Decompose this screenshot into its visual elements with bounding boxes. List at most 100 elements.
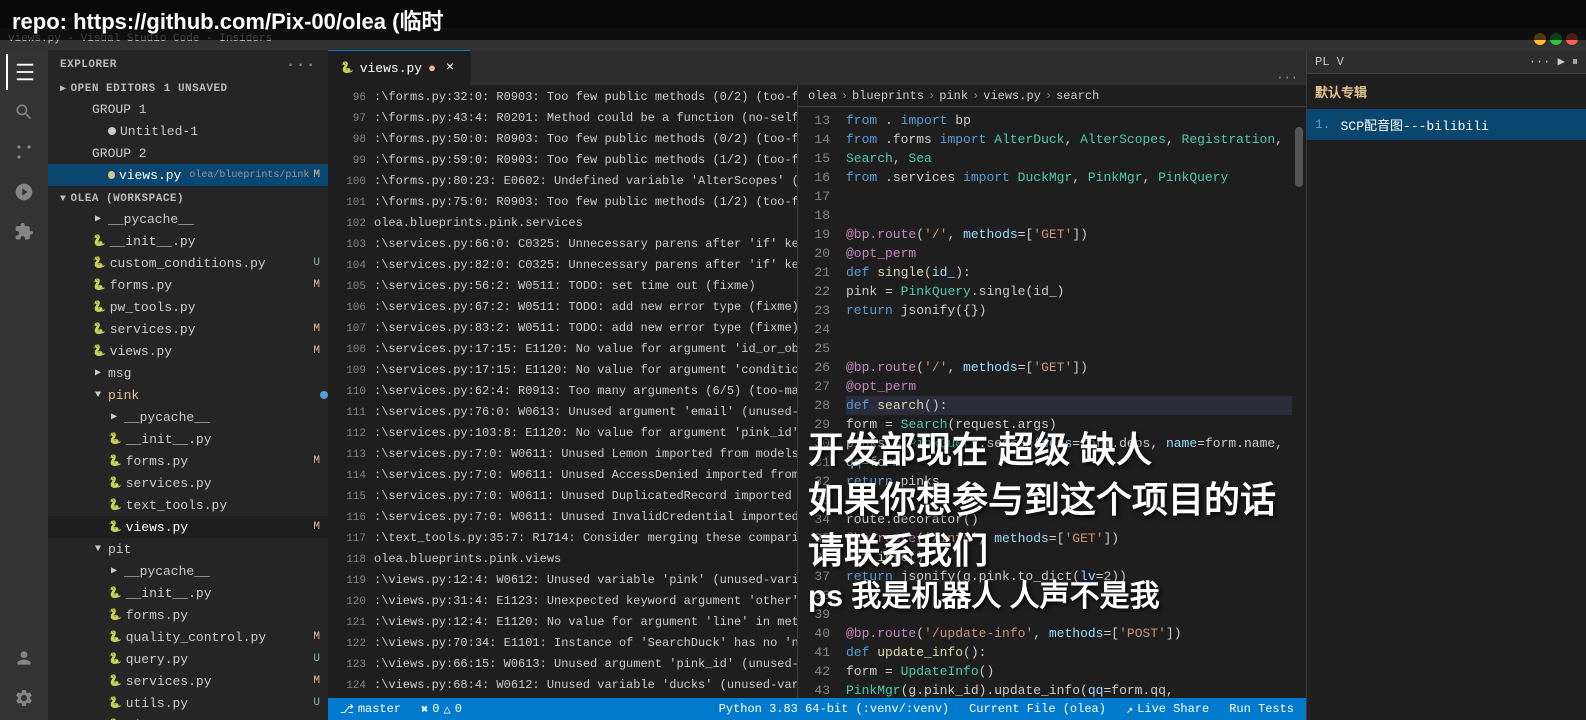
- problem-line: 123:\views.py:66:15: W0613: Unused argum…: [328, 654, 797, 675]
- sidebar-msg[interactable]: ▶ msg: [48, 362, 328, 384]
- sidebar-pit-quality[interactable]: 🐍 quality_control.py M: [48, 626, 328, 648]
- problem-line: 119:\views.py:12:4: W0612: Unused variab…: [328, 570, 797, 591]
- code-editor[interactable]: 13141516 17181920 21222324 25262728 2930…: [798, 107, 1306, 698]
- status-python[interactable]: Python 3.83 64-bit (:venv/:venv): [715, 702, 953, 716]
- sidebar-pink-text-tools[interactable]: 🐍 text_tools.py: [48, 494, 328, 516]
- activity-explorer[interactable]: [6, 54, 42, 90]
- sidebar-services[interactable]: 🐍 services.py M: [48, 318, 328, 340]
- group1-label: GROUP 1: [92, 102, 147, 117]
- status-run-tests[interactable]: Run Tests: [1225, 702, 1298, 716]
- sidebar-pit-views[interactable]: 🐍 views.py: [48, 714, 328, 720]
- sidebar-pink-services[interactable]: 🐍 services.py: [48, 472, 328, 494]
- problem-line: 107:\services.py:83:2: W0511: TODO: add …: [328, 318, 797, 339]
- sidebar-item-untitled[interactable]: Untitled-1: [48, 120, 328, 142]
- activity-debug[interactable]: [6, 174, 42, 210]
- problem-line: 99:\forms.py:59:0: R0903: Too few public…: [328, 150, 797, 171]
- main-layout: Explorer ··· ▶ OPEN EDITORS 1 UNSAVED GR…: [0, 50, 1586, 720]
- right-panel-controls[interactable]: ··· ▶ ⏸: [1529, 54, 1578, 69]
- current-file-label: Current File (olea): [969, 702, 1106, 716]
- activity-accounts[interactable]: [6, 640, 42, 676]
- problem-line: 117:\text_tools.py:35:7: R1714: Consider…: [328, 528, 797, 549]
- sidebar-pit-utils[interactable]: 🐍 utils.py U: [48, 692, 328, 714]
- problem-panel: 96:\forms.py:32:0: R0903: Too few public…: [328, 85, 798, 698]
- sidebar-pit-query[interactable]: 🐍 query.py U: [48, 648, 328, 670]
- problem-line: 104:\services.py:82:0: C0325: Unnecessar…: [328, 255, 797, 276]
- sidebar-forms[interactable]: 🐍 forms.py M: [48, 274, 328, 296]
- editor-area: 🐍 views.py ● × ··· 96:\forms.py:32:0: R0…: [328, 50, 1306, 720]
- sidebar-pit-folder[interactable]: ▼ pit: [48, 538, 328, 560]
- problem-line: 111:\services.py:76:0: W0613: Unused arg…: [328, 402, 797, 423]
- sidebar-viewspy-top[interactable]: 🐍 views.py M: [48, 340, 328, 362]
- vertical-scrollbar[interactable]: [1292, 107, 1306, 698]
- problem-line: 102olea.blueprints.pink.services: [328, 213, 797, 234]
- file-dot-viewspy: [108, 171, 115, 179]
- sidebar-pycache[interactable]: ▶ __pycache__: [48, 208, 328, 230]
- sidebar-pw-tools[interactable]: 🐍 pw_tools.py: [48, 296, 328, 318]
- sidebar-pink-init[interactable]: 🐍 __init__.py: [48, 428, 328, 450]
- tab-viewspy[interactable]: 🐍 views.py ● ×: [328, 50, 471, 85]
- status-errors[interactable]: ✖ 0 △ 0: [417, 702, 466, 717]
- sidebar-item-group1[interactable]: GROUP 1: [48, 98, 328, 120]
- sidebar-pit-forms[interactable]: 🐍 forms.py: [48, 604, 328, 626]
- code-content[interactable]: from . import bp from .forms import Alte…: [838, 107, 1306, 698]
- problem-line: 114:\services.py:7:0: W0611: Unused Acce…: [328, 465, 797, 486]
- problem-line: 116:\services.py:7:0: W0611: Unused Inva…: [328, 507, 797, 528]
- status-live-share[interactable]: ↗ Live Share: [1122, 702, 1213, 717]
- activity-git[interactable]: [6, 134, 42, 170]
- file-dot-untitled: [108, 127, 116, 135]
- problem-line: 103:\services.py:66:0: C0325: Unnecessar…: [328, 234, 797, 255]
- status-branch[interactable]: ⎇ master: [336, 702, 405, 717]
- sidebar-content[interactable]: ▶ OPEN EDITORS 1 UNSAVED GROUP 1 Untitle…: [48, 80, 328, 720]
- right-panel: PL V ··· ▶ ⏸ 默认专辑 1. SCP配音图---bilibili: [1306, 50, 1586, 720]
- sidebar-header: Explorer ···: [48, 50, 328, 80]
- right-panel-title: PL V: [1315, 55, 1344, 69]
- sidebar-ellipsis[interactable]: ···: [286, 56, 316, 74]
- group2-label: GROUP 2: [92, 146, 147, 161]
- problem-line: 124:\views.py:68:4: W0612: Unused variab…: [328, 675, 797, 696]
- problem-line: 122:\views.py:70:34: E1101: Instance of …: [328, 633, 797, 654]
- open-editors-label[interactable]: ▶ OPEN EDITORS 1 UNSAVED: [48, 80, 328, 98]
- problem-line: 118olea.blueprints.pink.views: [328, 549, 797, 570]
- live-share-icon: ↗: [1126, 702, 1133, 717]
- plv-item-1[interactable]: 1. SCP配音图---bilibili: [1307, 109, 1586, 140]
- activity-extensions[interactable]: [6, 214, 42, 250]
- sidebar-pink-forms[interactable]: 🐍 forms.py M: [48, 450, 328, 472]
- run-tests-label: Run Tests: [1229, 702, 1294, 716]
- tab-close-button[interactable]: ×: [442, 60, 458, 76]
- sidebar-pink-folder[interactable]: ▼ pink: [48, 384, 328, 406]
- problem-line: 101:\forms.py:75:0: R0903: Too few publi…: [328, 192, 797, 213]
- activity-settings[interactable]: [6, 680, 42, 716]
- status-current-file[interactable]: Current File (olea): [965, 702, 1110, 716]
- sidebar-pit-services[interactable]: 🐍 services.py M: [48, 670, 328, 692]
- editor-content: 96:\forms.py:32:0: R0903: Too few public…: [328, 85, 1306, 698]
- sidebar-pit-pycache[interactable]: ▶ __pycache__: [48, 560, 328, 582]
- problem-line: 108:\services.py:17:15: E1120: No value …: [328, 339, 797, 360]
- sidebar-pink-pycache[interactable]: ▶ __pycache__: [48, 406, 328, 428]
- sidebar-title: Explorer: [60, 59, 117, 71]
- breadcrumb: olea › blueprints › pink › views.py › se…: [798, 85, 1306, 107]
- plv-item-1-text: SCP配音图---bilibili: [1341, 115, 1489, 134]
- tab-more-button[interactable]: ···: [1268, 71, 1306, 85]
- plv-title: 默认专辑: [1307, 74, 1586, 109]
- right-panel-header: PL V ··· ▶ ⏸: [1307, 50, 1586, 74]
- tab-label: views.py: [360, 61, 422, 76]
- problem-line: 120:\views.py:31:4: E1123: Unexpected ke…: [328, 591, 797, 612]
- problem-line: 97:\forms.py:43:4: R0201: Method could b…: [328, 108, 797, 129]
- workspace-label[interactable]: ▼ OLEA (WORKSPACE): [48, 190, 328, 208]
- top-overlay-text: repo: https://github.com/Pix-00/olea (临时: [12, 9, 443, 34]
- code-editor-panel: olea › blueprints › pink › views.py › se…: [798, 85, 1306, 698]
- sidebar-pink-views[interactable]: 🐍 views.py M: [48, 516, 328, 538]
- sidebar-pit-init[interactable]: 🐍 __init__.py: [48, 582, 328, 604]
- status-bar: ⎇ master ✖ 0 △ 0 Python 3.83 64-bit (:ve…: [328, 698, 1306, 720]
- sidebar-custom-conditions[interactable]: 🐍 custom_conditions.py U: [48, 252, 328, 274]
- sidebar-item-group2[interactable]: GROUP 2: [48, 142, 328, 164]
- sidebar-init[interactable]: 🐍 __init__.py: [48, 230, 328, 252]
- scrollbar-thumb: [1295, 127, 1303, 187]
- problem-line: 109:\services.py:17:15: E1120: No value …: [328, 360, 797, 381]
- sidebar-item-viewspy-open[interactable]: views.py olea/blueprints/pink M: [48, 164, 328, 186]
- tab-modified-dot: ●: [428, 61, 436, 76]
- python-version: Python 3.83 64-bit (:venv/:venv): [719, 702, 949, 716]
- problem-line: 112:\services.py:103:8: E1120: No value …: [328, 423, 797, 444]
- problem-lines[interactable]: 96:\forms.py:32:0: R0903: Too few public…: [328, 85, 797, 698]
- activity-search[interactable]: [6, 94, 42, 130]
